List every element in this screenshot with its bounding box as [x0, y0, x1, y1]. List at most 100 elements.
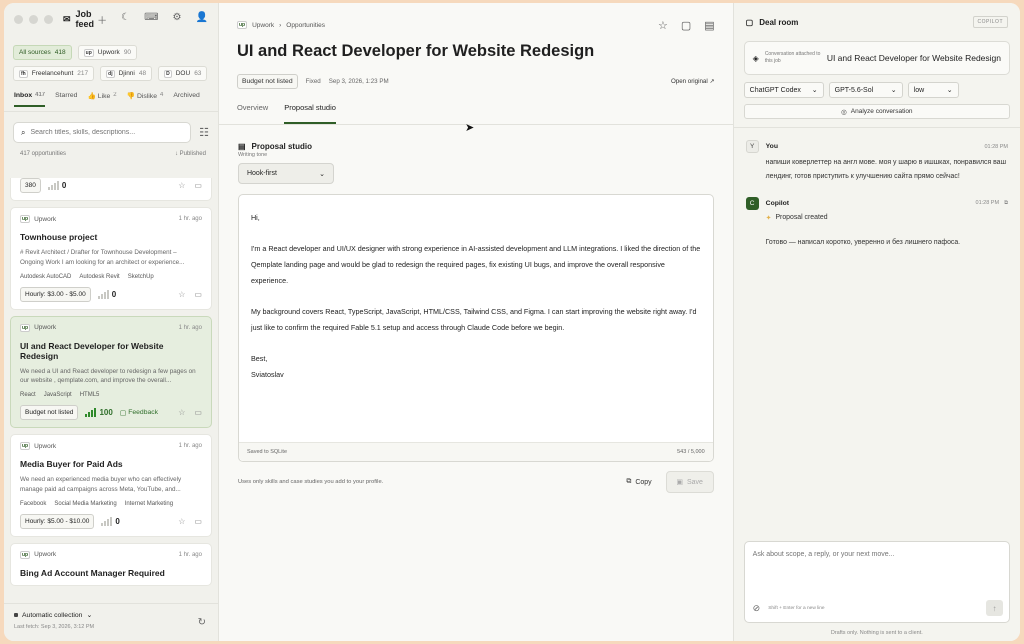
tone-select[interactable]: Hook-first ⌄ — [237, 163, 334, 184]
open-original-link[interactable]: Open original ↗ — [671, 78, 715, 85]
copy-button[interactable]: ⧉ Copy — [618, 471, 659, 493]
tab-inbox[interactable]: Inbox 417 — [14, 92, 46, 107]
effort-select[interactable]: low ⌄ — [907, 82, 959, 98]
signal-icon — [97, 289, 109, 299]
card-actions: ☆ ▭ — [178, 290, 202, 299]
user-icon[interactable]: 👤 — [196, 12, 208, 27]
tab-archived[interactable]: Archived — [173, 92, 199, 105]
save-icon: ▣ — [676, 479, 683, 486]
list-item[interactable]: 380 0 ☆ ▭ — [10, 178, 212, 201]
list-item[interactable]: up Upwork 1 hr. ago Townhouse project # Re… — [10, 207, 212, 310]
chat-icon[interactable]: ▢ — [681, 19, 691, 32]
star-icon[interactable]: ☆ — [658, 19, 668, 32]
list-item-selected[interactable]: up Upwork 1 hr. ago UI and React Developer… — [10, 315, 212, 428]
chevron-down-icon: ⌄ — [946, 87, 953, 94]
source-chip-freelancehunt[interactable]: fh Freelancehunt 217 — [13, 66, 95, 81]
upwork-icon: up — [20, 442, 31, 450]
star-icon[interactable]: ☆ — [178, 290, 185, 299]
model-select[interactable]: GPT-5.6-Sol ⌄ — [828, 82, 903, 98]
breadcrumb-page[interactable]: Opportunities — [286, 22, 325, 29]
match-score: 0 — [97, 289, 116, 299]
copy-icon: ⧉ — [626, 478, 632, 485]
search-row: ⌕ ☷ — [13, 122, 209, 143]
dou-icon: D — [164, 69, 172, 78]
model-selects: ChatGPT Codex ⌄ GPT-5.6-Sol ⌄ low ⌄ — [743, 82, 1010, 98]
match-score: 100 — [85, 408, 113, 417]
card-source: up Upwork 1 hr. ago — [20, 550, 202, 559]
job-type: Fixed — [305, 78, 321, 85]
archive-icon[interactable]: ▭ — [194, 408, 202, 417]
star-icon[interactable]: ☆ — [178, 517, 185, 526]
studio-title: ▤ Proposal studio — [237, 142, 312, 151]
proposal-text[interactable]: Hi, I'm a React developer and UI/UX desi… — [239, 195, 713, 413]
app-window: ✉ Job feed ＋ ☾ ⌨ ⚙ 👤 All sources 418 up Up… — [4, 3, 1020, 641]
upwork-icon: up — [20, 215, 31, 223]
close-window-button[interactable] — [14, 14, 23, 24]
breadcrumb-source[interactable]: Upwork — [252, 22, 274, 29]
card-actions: ☆ ▭ — [178, 181, 202, 190]
paperclip-icon[interactable]: ⊘ — [753, 603, 761, 614]
refresh-icon[interactable]: ↻ — [198, 617, 206, 628]
provider-select[interactable]: ChatGPT Codex ⌄ — [743, 82, 824, 98]
avatar: C — [745, 197, 759, 210]
card-description: We need a UI and React developer to rede… — [20, 367, 196, 385]
search-box: ⌕ — [13, 122, 192, 143]
moon-icon[interactable]: ☾ — [121, 12, 130, 27]
message-body: Готово — написал коротко, уверенно и без… — [765, 239, 961, 246]
add-icon[interactable]: ＋ — [97, 12, 107, 27]
card-bottom: Budget not listed 100 ▢ Feedback ☆ ▭ — [20, 405, 202, 420]
message-header: C Copilot 01:28 PM ⧉ — [745, 197, 1008, 210]
search-input[interactable] — [30, 129, 184, 136]
tab-proposal-studio[interactable]: Proposal studio — [284, 103, 336, 124]
list-item[interactable]: up Upwork 1 hr. ago Media Buyer for Paid A… — [10, 434, 212, 537]
message-copilot: C Copilot 01:28 PM ⧉ ✦ Proposal created Го… — [745, 197, 1008, 250]
tab-dislike[interactable]: 👎 Dislike 4 — [127, 92, 164, 106]
signal-icon — [101, 516, 113, 526]
proposal-editor[interactable]: Hi, I'm a React developer and UI/UX desi… — [237, 194, 714, 462]
freelancehunt-icon: fh — [19, 69, 28, 78]
feed-tabs: Inbox 417 Starred 👍 Like 2 👎 Dislike 4 Arch… — [4, 92, 218, 112]
send-button[interactable]: ↑ — [986, 600, 1003, 616]
sidebar: ✉ Job feed ＋ ☾ ⌨ ⚙ 👤 All sources 418 up Up… — [4, 3, 219, 641]
chevron-down-icon: ⌄ — [86, 612, 93, 619]
budget-badge: Hourly: $3.00 - $5.00 — [20, 286, 91, 302]
status-dot-icon — [14, 613, 18, 617]
source-chip-dou[interactable]: D DOU 63 — [158, 66, 208, 81]
archive-icon[interactable]: ▭ — [194, 181, 202, 190]
star-icon[interactable]: ☆ — [178, 181, 185, 190]
analyze-conversation-button[interactable]: ◎ Analyze conversation — [743, 104, 1010, 119]
avatar: Y — [745, 140, 759, 153]
archive-icon[interactable]: ▭ — [194, 290, 202, 299]
star-icon[interactable]: ☆ — [178, 408, 185, 417]
composer-input[interactable] — [744, 542, 1009, 592]
card-bottom: 380 0 ☆ ▭ — [20, 178, 202, 193]
card-actions: ☆ ▭ — [178, 408, 202, 417]
source-chip-all[interactable]: All sources 418 — [13, 45, 72, 60]
sidebar-footer: Automatic collection ⌄ Last fetch: Sep 3,… — [4, 603, 218, 641]
tab-like[interactable]: 👍 Like 2 — [87, 92, 116, 106]
card-tags: Facebook Social Media Marketing Internet M… — [20, 500, 174, 507]
zoom-window-button[interactable] — [44, 14, 53, 24]
tab-overview[interactable]: Overview — [237, 103, 268, 124]
feedback-button[interactable]: ▢ Feedback — [120, 409, 158, 417]
chevron-down-icon: ⌄ — [319, 170, 325, 178]
keyboard-icon[interactable]: ⌨ — [144, 12, 158, 27]
page-title: UI and React Developer for Website Redes… — [236, 42, 595, 60]
archive-icon[interactable]: ▭ — [194, 517, 202, 526]
sort-button[interactable]: ↓ Published — [175, 151, 206, 157]
opportunity-list[interactable]: 380 0 ☆ ▭ up Upwork 1 hr. ago Townhouse pro… — [4, 178, 218, 603]
main-tabs: Overview Proposal studio — [218, 103, 733, 125]
card-title: Bing Ad Account Manager Required — [20, 567, 165, 578]
tab-starred[interactable]: Starred — [55, 92, 77, 105]
sliders-icon[interactable]: ⚙ — [173, 12, 182, 27]
archive-icon[interactable]: ▤ — [704, 19, 714, 32]
source-chip-upwork[interactable]: up Upwork 90 — [77, 45, 138, 60]
list-item[interactable]: up Upwork 1 hr. ago Bing Ad Account Manage… — [10, 542, 212, 586]
collection-dropdown[interactable]: Automatic collection ⌄ — [14, 611, 208, 619]
save-button[interactable]: ▣ Save — [665, 471, 714, 493]
source-chip-djinni[interactable]: dj Djinni 48 — [100, 66, 153, 81]
studio-footer: Uses only skills and case studies you ad… — [238, 471, 714, 493]
minimize-window-button[interactable] — [29, 14, 38, 24]
copy-icon[interactable]: ⧉ — [1004, 200, 1008, 207]
filter-icon[interactable]: ☷ — [199, 126, 209, 139]
